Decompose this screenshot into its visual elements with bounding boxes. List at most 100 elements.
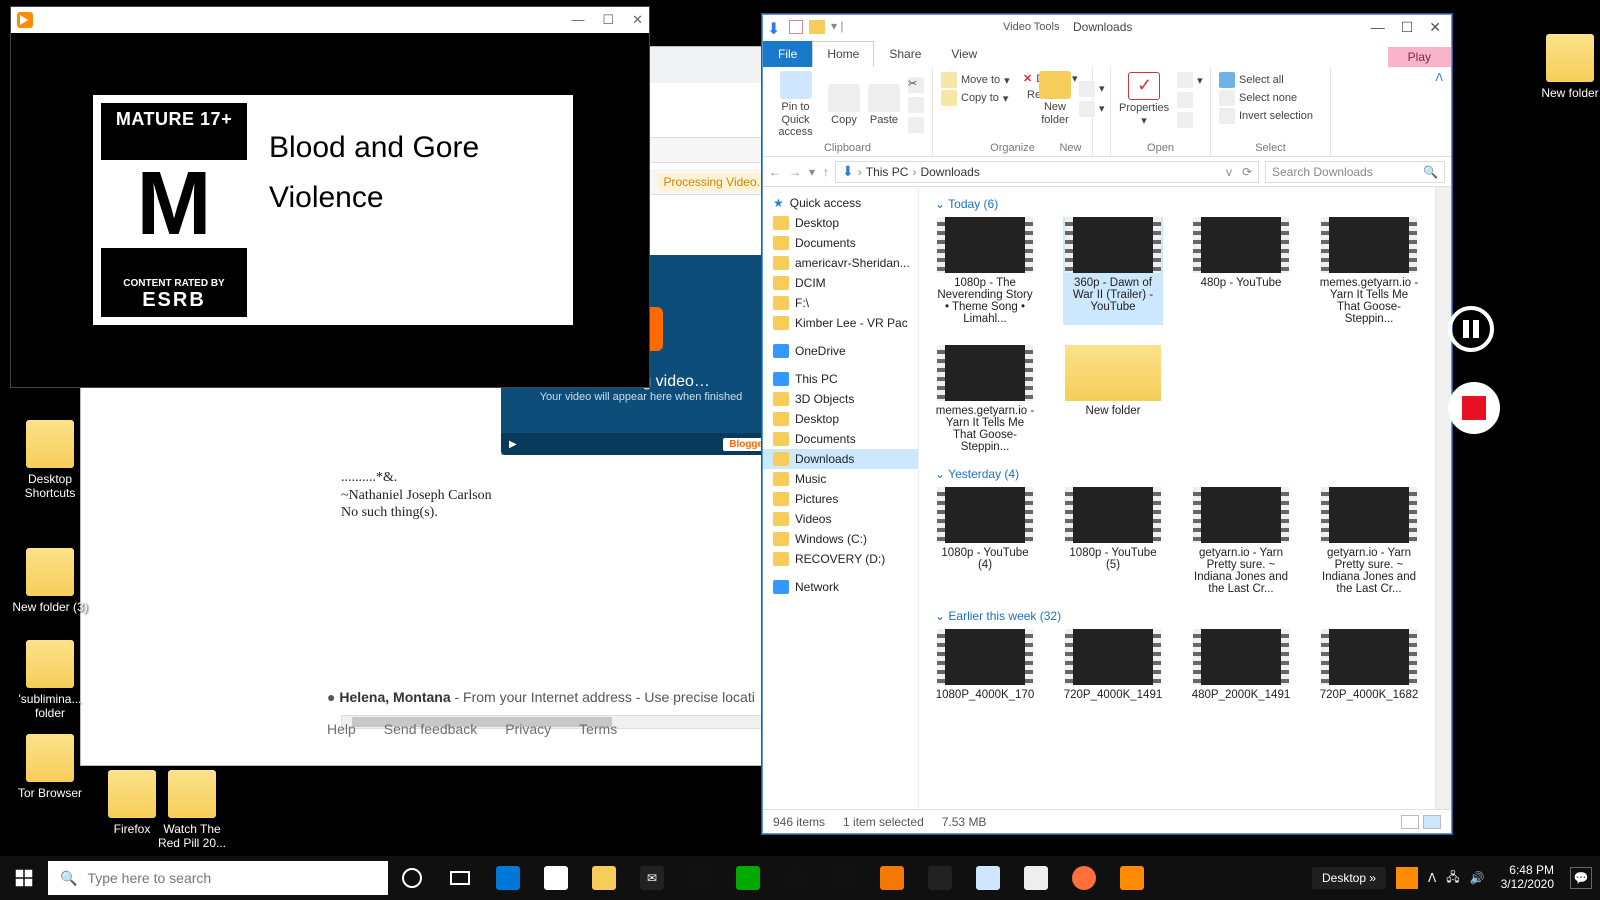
group-header[interactable]: ⌄ Today (6) — [935, 193, 1425, 217]
sidebar-item[interactable]: Kimber Lee - VR Pac — [763, 313, 918, 333]
sidebar-item[interactable]: F:\ — [763, 293, 918, 313]
help-link[interactable]: Help — [327, 721, 356, 737]
sidebar-this-pc[interactable]: This PC — [763, 369, 918, 389]
taskbar-app-generic[interactable] — [820, 856, 868, 900]
maximize-button[interactable]: ☐ — [1401, 19, 1414, 36]
file-item[interactable]: 480P_2000K_1491 — [1191, 629, 1291, 701]
minimize-button[interactable]: — — [571, 12, 584, 28]
select-all-button[interactable]: Select all — [1219, 71, 1322, 89]
sidebar-onedrive[interactable]: OneDrive — [763, 341, 918, 361]
desktop-icon[interactable]: Desktop Shortcuts — [10, 420, 90, 500]
start-button[interactable] — [0, 856, 48, 900]
invert-selection-button[interactable]: Invert selection — [1219, 107, 1322, 125]
tab-share[interactable]: Share — [874, 41, 936, 67]
easy-access-button[interactable]: ▾ — [1079, 100, 1105, 118]
icons-view-button[interactable] — [1423, 815, 1441, 829]
sidebar-item[interactable]: americavr-Sheridan... — [763, 253, 918, 273]
folder-item[interactable]: New folder — [1063, 345, 1163, 453]
nav-pane[interactable]: ★Quick access DesktopDocumentsamericavr-… — [763, 187, 919, 809]
feedback-link[interactable]: Send feedback — [384, 721, 477, 737]
new-folder-button[interactable]: New folder — [1039, 71, 1071, 126]
taskbar-app-tripadvisor[interactable] — [724, 856, 772, 900]
file-item[interactable]: 360p - Dawn of War II (Trailer) - YouTub… — [1063, 217, 1163, 325]
copy-button[interactable]: Copy — [828, 84, 860, 127]
file-item[interactable]: 1080p - YouTube (4) — [935, 487, 1035, 595]
file-item[interactable]: 480p - YouTube — [1191, 217, 1291, 325]
properties-button[interactable]: ✓Properties▾ — [1119, 72, 1169, 127]
paste-button[interactable]: Paste — [868, 84, 900, 127]
tray-overflow-icon[interactable]: ᐱ — [1428, 871, 1436, 885]
desktop-icon[interactable]: New folder — [1530, 34, 1600, 100]
sidebar-item[interactable]: Documents — [763, 429, 918, 449]
cortana-button[interactable] — [388, 856, 436, 900]
taskbar-app-edge[interactable] — [484, 856, 532, 900]
taskbar-app-wmp[interactable] — [1108, 856, 1156, 900]
taskbar-app-store[interactable] — [532, 856, 580, 900]
tab-home[interactable]: Home — [812, 41, 874, 67]
pause-recording-button[interactable] — [1448, 306, 1494, 352]
file-item[interactable]: 1080p - YouTube (5) — [1063, 487, 1163, 595]
toolbar-desktop[interactable]: Desktop » — [1312, 867, 1386, 889]
minimize-button[interactable]: — — [1371, 19, 1385, 36]
group-header[interactable]: ⌄ Yesterday (4) — [935, 463, 1425, 487]
task-view-button[interactable] — [436, 856, 484, 900]
down-arrow-icon[interactable]: ⬇ — [767, 19, 783, 35]
sidebar-item[interactable]: Desktop — [763, 409, 918, 429]
file-item[interactable]: memes.getyarn.io - Yarn It Tells Me That… — [1319, 217, 1419, 325]
taskbar-app-camera[interactable] — [916, 856, 964, 900]
close-button[interactable]: ✕ — [632, 12, 643, 28]
desktop-icon[interactable]: Tor Browser — [10, 734, 90, 800]
sidebar-item[interactable]: 3D Objects — [763, 389, 918, 409]
file-item[interactable]: getyarn.io - Yarn Pretty sure. ~ Indiana… — [1191, 487, 1291, 595]
privacy-link[interactable]: Privacy — [505, 721, 551, 737]
taskbar-app-vlc[interactable] — [868, 856, 916, 900]
taskbar-app-opera[interactable] — [772, 856, 820, 900]
player-titlebar[interactable]: — ☐ ✕ — [11, 7, 649, 33]
file-item[interactable]: 1080p - The Neverending Story • Theme So… — [935, 217, 1035, 325]
taskbar-app-amazon[interactable] — [676, 856, 724, 900]
taskbar-app-firefox[interactable] — [1060, 856, 1108, 900]
file-item[interactable]: 720P_4000K_1491 — [1063, 629, 1163, 701]
taskbar-search[interactable]: 🔍 Type here to search — [48, 861, 388, 895]
details-view-button[interactable] — [1401, 815, 1419, 829]
sidebar-item[interactable]: Music — [763, 469, 918, 489]
up-button[interactable]: ↑ — [823, 165, 829, 179]
copy-path-button[interactable] — [908, 96, 924, 114]
search-icon[interactable]: 🔍 — [1423, 165, 1438, 179]
recent-button[interactable]: ▾ — [809, 165, 815, 179]
sidebar-item[interactable]: Desktop — [763, 213, 918, 233]
taskbar[interactable]: 🔍 Type here to search ✉ Desktop » ᐱ 🖧 🔊 … — [0, 856, 1600, 900]
new-item-button[interactable]: ▾ — [1079, 80, 1105, 98]
tab-file[interactable]: File — [763, 41, 812, 67]
forward-button[interactable]: → — [789, 165, 801, 179]
vertical-scrollbar[interactable] — [1435, 187, 1451, 809]
play-icon[interactable]: ▶ — [509, 439, 517, 450]
select-none-button[interactable]: Select none — [1219, 89, 1322, 107]
sidebar-quick-access[interactable]: ★Quick access — [763, 193, 918, 213]
taskbar-clock[interactable]: 6:48 PM 3/12/2020 — [1495, 864, 1560, 892]
qat-dropdown-icon[interactable]: ▾ | — [831, 19, 847, 35]
desktop-icon[interactable]: Watch The Red Pill 20... — [152, 770, 232, 850]
taskbar-app-mail[interactable]: ✉ — [628, 856, 676, 900]
sidebar-item[interactable]: RECOVERY (D:) — [763, 549, 918, 569]
file-item[interactable]: 1080P_4000K_170 — [935, 629, 1035, 701]
refresh-icon[interactable]: ⟳ — [1242, 165, 1252, 179]
sidebar-item[interactable]: Windows (C:) — [763, 529, 918, 549]
sidebar-item[interactable]: Documents — [763, 233, 918, 253]
taskbar-app-notepad[interactable] — [964, 856, 1012, 900]
tab-view[interactable]: View — [936, 41, 992, 67]
close-button[interactable]: ✕ — [1429, 19, 1441, 36]
group-header[interactable]: ⌄ Earlier this week (32) — [935, 605, 1425, 629]
paste-shortcut-button[interactable] — [908, 116, 924, 134]
sidebar-item[interactable]: Videos — [763, 509, 918, 529]
tray-volume-icon[interactable]: 🔊 — [1470, 871, 1485, 885]
back-button[interactable]: ← — [769, 165, 781, 179]
history-button[interactable] — [1177, 111, 1203, 129]
maximize-button[interactable]: ☐ — [602, 12, 614, 28]
file-item[interactable]: memes.getyarn.io - Yarn It Tells Me That… — [935, 345, 1035, 453]
file-item[interactable]: getyarn.io - Yarn Pretty sure. ~ Indiana… — [1319, 487, 1419, 595]
action-center-icon[interactable]: 💬 — [1570, 867, 1592, 889]
tray-icon[interactable] — [1396, 867, 1418, 889]
qat-icon[interactable] — [789, 20, 803, 34]
sidebar-item[interactable]: Pictures — [763, 489, 918, 509]
